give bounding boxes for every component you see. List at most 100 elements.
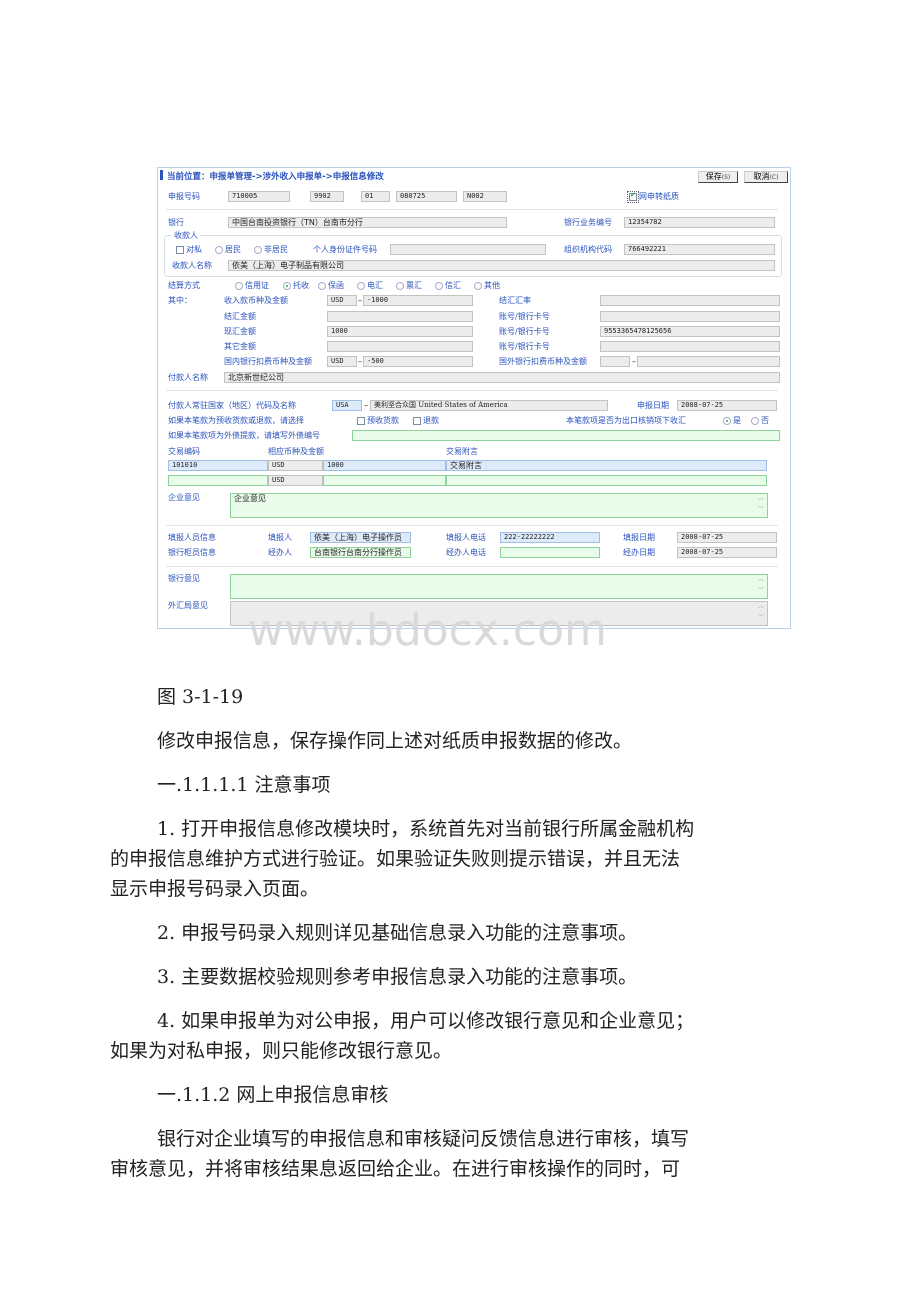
enterprise-opinion-textarea[interactable]: 企业意见 ︿ ﹀ — [230, 493, 768, 518]
declare-date-field[interactable]: 2008-07-25 — [677, 400, 777, 411]
save-label: 保存 — [705, 172, 722, 181]
nonresident-label: 非居民 — [264, 245, 288, 254]
transaction-code-field[interactable]: 101010 — [168, 460, 268, 471]
bank-opinion-textarea[interactable]: ︿ ﹀ — [230, 574, 768, 599]
transaction-code-field[interactable] — [168, 475, 268, 486]
filler-label: 填报人 — [268, 533, 292, 542]
account-label-1: 账号/银行卡号 — [499, 312, 550, 321]
paragraph: 修改申报信息，保存操作同上述对纸质申报数据的修改。 — [157, 730, 633, 752]
foreign-fee-amount-field[interactable] — [637, 356, 780, 367]
transaction-amount-header: 相应币种及金额 — [268, 447, 324, 456]
account-label-3: 账号/银行卡号 — [499, 342, 550, 351]
cancel-label: 取消 — [753, 172, 770, 181]
fill-date-field[interactable]: 2008-07-25 — [677, 532, 777, 543]
declaration-no-part-1[interactable]: 710005 — [228, 191, 290, 202]
account-field-3[interactable] — [600, 341, 780, 352]
list-item-4-line-2: 如果为对私申报，则只能修改银行意见。 — [110, 1040, 453, 1062]
paper-convert-checkbox[interactable] — [627, 191, 639, 203]
settlement-option-lc: 信用证 — [245, 281, 269, 290]
dash: – — [358, 296, 362, 305]
dash: – — [632, 357, 636, 366]
country-name-field[interactable]: 美利坚合众国 United States of America — [370, 400, 608, 411]
settlement-radio-lc[interactable] — [235, 282, 243, 290]
refund-checkbox[interactable] — [413, 417, 421, 425]
list-item-2: 2. 申报号码录入规则详见基础信息录入功能的注意事项。 — [157, 922, 638, 944]
declaration-no-part-3[interactable]: 01 — [361, 191, 390, 202]
foreign-fee-currency-field[interactable] — [600, 356, 630, 367]
settlement-radio-tt[interactable] — [357, 282, 365, 290]
income-amount-field[interactable]: -1000 — [363, 295, 473, 306]
settle-amount-field[interactable] — [327, 311, 473, 322]
save-button[interactable]: 保存(S) — [698, 171, 738, 183]
declare-date-label: 申报日期 — [637, 401, 669, 410]
section-heading: 一.1.1.2 网上申报信息审核 — [157, 1084, 389, 1106]
private-checkbox[interactable] — [176, 246, 184, 254]
country-code-field[interactable]: USA — [332, 400, 362, 411]
account-label-2: 账号/银行卡号 — [499, 327, 550, 336]
dash: – — [358, 357, 362, 366]
advance-payment-checkbox[interactable] — [357, 417, 365, 425]
bank-label: 银行 — [168, 218, 184, 227]
settlement-radio-collection[interactable] — [283, 282, 291, 290]
transaction-note-field[interactable] — [446, 475, 767, 486]
fx-rate-field[interactable] — [600, 295, 780, 306]
transaction-note-field[interactable]: 交易附言 — [446, 460, 767, 471]
account-field-2[interactable]: 9553365478125656 — [600, 326, 780, 337]
enterprise-opinion-label: 企业意见 — [168, 493, 200, 502]
settlement-radio-dd[interactable] — [396, 282, 404, 290]
clerk-field[interactable]: 台南银行台南分行操作员 — [310, 547, 411, 558]
clerk-date-field[interactable]: 2008-07-25 — [677, 547, 777, 558]
foreign-fee-label: 国外银行扣费币种及金额 — [499, 357, 587, 366]
domestic-fee-currency-field[interactable]: USD — [327, 356, 357, 367]
transaction-amount-field[interactable]: 1000 — [323, 460, 446, 471]
figure-caption: 图 3-1-19 — [157, 686, 244, 708]
filler-phone-field[interactable]: 222-22222222 — [500, 532, 600, 543]
filler-field[interactable]: 依美（上海）电子操作员 — [310, 532, 411, 543]
clerk-phone-field[interactable] — [500, 547, 600, 558]
scroll-down-icon[interactable]: ﹀ — [757, 506, 765, 514]
income-currency-field[interactable]: USD — [327, 295, 357, 306]
transaction-currency-field[interactable]: USD — [268, 460, 323, 471]
other-amount-field[interactable] — [327, 341, 473, 352]
scroll-down-icon[interactable]: ﹀ — [757, 587, 765, 595]
resident-radio[interactable] — [215, 246, 223, 254]
export-no-label: 否 — [761, 416, 769, 425]
transaction-amount-field[interactable] — [323, 475, 446, 486]
spot-amount-field[interactable]: 1000 — [327, 326, 473, 337]
org-code-field[interactable]: 766492221 — [624, 244, 775, 255]
nonresident-radio[interactable] — [254, 246, 262, 254]
payee-name-field[interactable]: 依美（上海）电子制品有限公司 — [228, 260, 775, 271]
scroll-down-icon[interactable]: ﹀ — [757, 614, 765, 622]
divider — [166, 390, 778, 391]
domestic-fee-amount-field[interactable]: -500 — [363, 356, 473, 367]
settlement-radio-mt[interactable] — [435, 282, 443, 290]
scroll-up-icon[interactable]: ︿ — [757, 495, 765, 503]
breadcrumb: 当前位置：申报单管理->涉外收入申报单->申报信息修改 — [167, 172, 384, 182]
bank-opinion-label: 银行意见 — [168, 574, 200, 583]
id-number-field[interactable] — [390, 244, 546, 255]
foreign-debt-field[interactable] — [352, 430, 780, 441]
advance-payment-label: 预收货款 — [367, 416, 399, 425]
resident-label: 居民 — [225, 245, 241, 254]
scroll-up-icon[interactable]: ︿ — [757, 576, 765, 584]
bank-field[interactable]: 中国台南投资银行（TN）台南市分行 — [228, 217, 507, 228]
transaction-currency-field[interactable]: USD — [268, 475, 323, 486]
declaration-edit-form: 当前位置：申报单管理->涉外收入申报单->申报信息修改 保存(S) 取消(C) … — [157, 167, 791, 629]
account-field-1[interactable] — [600, 311, 780, 322]
settlement-radio-other[interactable] — [474, 282, 482, 290]
declaration-no-part-2[interactable]: 9902 — [310, 191, 344, 202]
settlement-radio-guarantee[interactable] — [318, 282, 326, 290]
cancel-button[interactable]: 取消(C) — [744, 171, 788, 183]
export-yes-radio[interactable] — [723, 417, 731, 425]
dash: – — [364, 401, 368, 410]
declaration-no-part-5[interactable]: N002 — [463, 191, 507, 202]
payer-name-field[interactable]: 北京新世纪公司 — [224, 372, 780, 383]
settle-amount-label: 结汇金额 — [224, 312, 256, 321]
paragraph-line-1: 银行对企业填写的申报信息和审核疑问反馈信息进行审核，填写 — [157, 1128, 690, 1150]
export-no-radio[interactable] — [751, 417, 759, 425]
scroll-up-icon[interactable]: ︿ — [757, 603, 765, 611]
filler-phone-label: 填报人电话 — [446, 533, 486, 542]
bank-biz-no-field[interactable]: 12354782 — [624, 217, 775, 228]
declaration-no-part-4[interactable]: 080725 — [396, 191, 457, 202]
list-item-4-line-1: 4. 如果申报单为对公申报，用户可以修改银行意见和企业意见； — [157, 1010, 695, 1032]
